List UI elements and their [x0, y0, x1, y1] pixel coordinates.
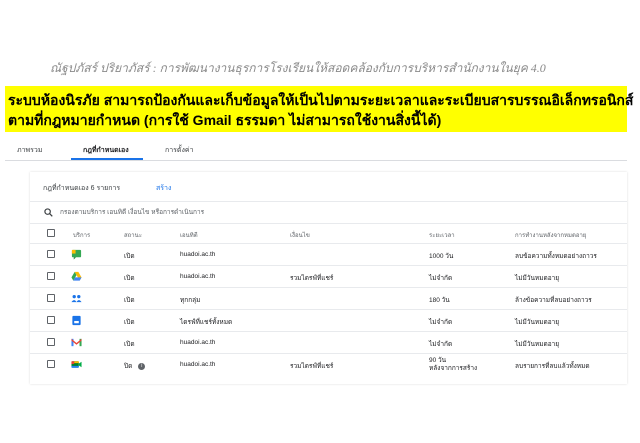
tab-overview[interactable]: ภาพรวม — [17, 145, 42, 156]
entity-text: huadoi.ac.th — [180, 273, 216, 280]
banner-line-1: ระบบห้องนิรภัย สามารถป้องกันและเก็บข้อมู… — [8, 92, 634, 108]
tab-custom-rules[interactable]: กฎที่กำหนดเอง — [83, 145, 129, 156]
column-header-entity[interactable]: เอนทิตี — [180, 230, 198, 240]
select-all-checkbox[interactable] — [47, 229, 55, 237]
highlight-banner: ระบบห้องนิรภัย สามารถป้องกันและเก็บข้อมู… — [5, 86, 633, 132]
table-row[interactable]: เปิด huadoi.ac.th ไม่จำกัด ไม่มีวันหมดอา… — [30, 331, 627, 354]
vault-retention-ui: ภาพรวม กฎที่กำหนดเอง การตั้งค่า กฎที่กำห… — [5, 140, 627, 384]
row-checkbox[interactable] — [47, 338, 55, 346]
condition-text: รวมไดรฟ์ที่แชร์ — [290, 363, 334, 370]
expiry-action-text: ล้างข้อความที่ลบอย่างถาวร — [515, 297, 592, 304]
google-meet-icon — [71, 361, 82, 368]
table-row[interactable]: เปิด ทุกกลุ่ม 180 วัน ล้างข้อความที่ลบอย… — [30, 287, 627, 310]
filter-input[interactable] — [60, 206, 360, 218]
duration-text: 180 วัน — [429, 297, 450, 304]
row-checkbox[interactable] — [47, 250, 55, 258]
table-row[interactable]: เปิด huadoi.ac.th รวมไดรฟ์ที่แชร์ ไม่จำก… — [30, 265, 627, 288]
tab-bar: ภาพรวม กฎที่กำหนดเอง การตั้งค่า — [5, 140, 627, 161]
table-row[interactable]: เปิด ไดรฟ์ที่แชร์ทั้งหมด ไม่จำกัด ไม่มีว… — [30, 309, 627, 332]
expiry-action-text: ลบรายการที่ลบแล้วทั้งหมด — [515, 363, 590, 370]
table-row[interactable]: เปิด huadoi.ac.th 1000 วัน ลบข้อความทั้ง… — [30, 243, 627, 266]
google-groups-icon — [71, 295, 82, 303]
rules-count-title: กฎที่กำหนดเอง 6 รายการ — [43, 185, 121, 192]
status-text: เปิด — [124, 253, 135, 260]
google-drive-icon — [71, 271, 82, 281]
info-icon[interactable]: i — [138, 362, 146, 370]
duration-text: 1000 วัน — [429, 253, 454, 260]
expiry-action-text: ไม่มีวันหมดอายุ — [515, 275, 560, 282]
duration-subtext: หลังจากการสร้าง — [429, 365, 478, 372]
entity-text: huadoi.ac.th — [180, 339, 216, 346]
banner-line-2: ตามที่กฎหมายกำหนด (การใช้ Gmail ธรรมดา ไ… — [8, 112, 442, 128]
status-text: เปิด — [124, 319, 135, 326]
status-text: เปิด — [124, 297, 135, 304]
duration-cell: 90 วัน หลังจากการสร้าง — [429, 357, 477, 373]
row-checkbox[interactable] — [47, 360, 55, 368]
active-tab-indicator — [71, 158, 143, 160]
entity-text: huadoi.ac.th — [180, 361, 216, 368]
expiry-action-text: ไม่มีวันหมดอายุ — [515, 319, 560, 326]
google-chat-icon — [71, 249, 82, 260]
gmail-icon — [71, 338, 82, 347]
duration-text: ไม่จำกัด — [429, 319, 453, 326]
duration-text: 90 วัน — [429, 357, 447, 364]
expiry-action-text: ไม่มีวันหมดอายุ — [515, 341, 560, 348]
entity-text: ทุกกลุ่ม — [180, 297, 201, 304]
status-text: เปิด — [124, 275, 135, 282]
column-header-service[interactable]: บริการ — [73, 230, 90, 240]
condition-text: รวมไดรฟ์ที่แชร์ — [290, 275, 334, 282]
create-rule-button[interactable]: สร้าง — [156, 183, 171, 194]
tab-settings[interactable]: การตั้งค่า — [165, 145, 194, 156]
column-header-status[interactable]: สถานะ — [124, 230, 142, 240]
document-header: ณัฐปภัสร์ ปริยาภัสร์ : การพัฒนางานธุรการ… — [50, 61, 546, 75]
status-text: ปิด — [124, 363, 133, 370]
column-header-condition[interactable]: เงื่อนไข — [290, 230, 310, 240]
status-text: เปิด — [124, 341, 135, 348]
entity-text: ไดรฟ์ที่แชร์ทั้งหมด — [180, 319, 233, 326]
custom-rules-panel: กฎที่กำหนดเอง 6 รายการ สร้าง บริการ สถาน… — [30, 172, 627, 384]
row-checkbox[interactable] — [47, 294, 55, 302]
filter-bar — [30, 201, 627, 224]
table-row[interactable]: ปิด i huadoi.ac.th รวมไดรฟ์ที่แชร์ 90 วัน… — [30, 353, 627, 376]
duration-text: ไม่จำกัด — [429, 275, 453, 282]
search-icon — [44, 208, 53, 217]
expiry-action-text: ลบข้อความทั้งหมดอย่างถาวร — [515, 253, 597, 260]
google-vault-icon — [72, 315, 81, 326]
row-checkbox[interactable] — [47, 316, 55, 324]
duration-text: ไม่จำกัด — [429, 341, 453, 348]
entity-text: huadoi.ac.th — [180, 251, 216, 258]
column-header-duration[interactable]: ระยะเวลา — [429, 230, 455, 240]
status-cell: ปิด i — [124, 361, 146, 371]
column-header-expiry-action[interactable]: การทำงานหลังจากหมดอายุ — [515, 230, 586, 240]
row-checkbox[interactable] — [47, 272, 55, 280]
